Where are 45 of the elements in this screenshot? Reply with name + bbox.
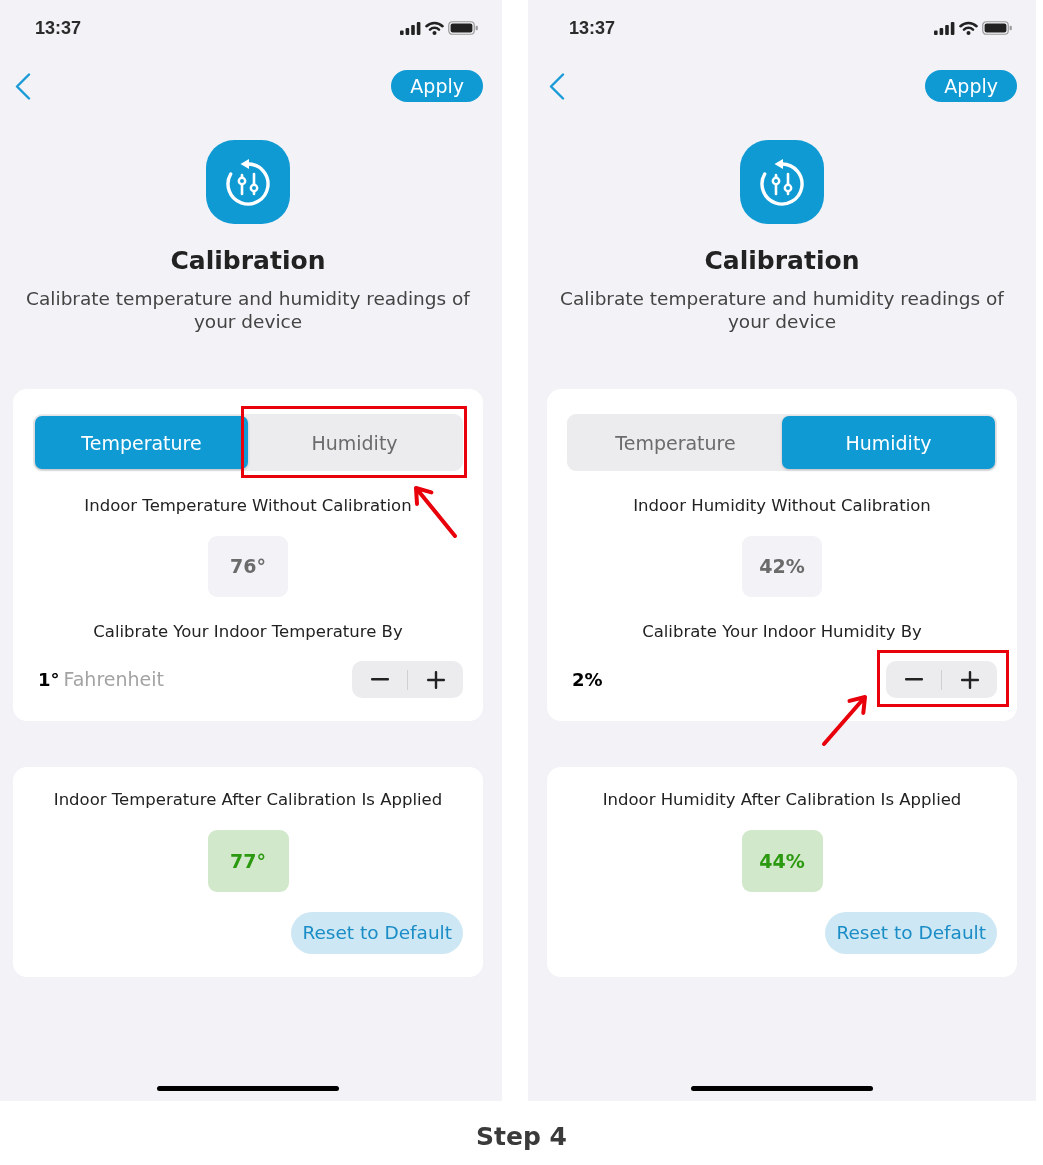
apply-button[interactable]: Apply	[391, 70, 483, 102]
signal-icon	[934, 21, 955, 35]
calibrated-value: 44%	[741, 830, 823, 892]
section-label: Indoor Humidity Without Calibration	[633, 496, 931, 516]
segmented-tab[interactable]: Temperature	[35, 416, 248, 469]
reading-value: 42%	[742, 536, 822, 597]
wifi-icon	[425, 21, 444, 35]
section-label: Calibrate Your Indoor Temperature By	[93, 622, 403, 642]
plus-icon	[426, 670, 445, 689]
page-subtitle: Calibrate temperature and humidity readings of your device	[25, 287, 471, 333]
back-button[interactable]	[549, 72, 565, 100]
step-caption: Step 4	[476, 1123, 567, 1151]
signal-icon	[400, 21, 421, 35]
section-label: Calibrate Your Indoor Humidity By	[642, 622, 922, 642]
minus-icon	[370, 678, 389, 681]
page-title: Calibration	[170, 246, 326, 276]
apply-button[interactable]: Apply	[925, 70, 1017, 102]
minus-icon	[904, 678, 923, 681]
page-subtitle: Calibrate temperature and humidity readings of your device	[559, 287, 1005, 333]
page-title: Calibration	[704, 246, 860, 276]
battery-icon	[982, 21, 1012, 35]
segmented-tab[interactable]: Humidity	[248, 416, 461, 469]
section-label: Indoor Temperature Without Calibration	[84, 496, 412, 516]
segmented-tab[interactable]: Temperature	[569, 416, 782, 469]
reset-button[interactable]: Reset to Default	[291, 912, 463, 954]
sliders-cycle-icon	[206, 140, 290, 224]
battery-icon	[448, 21, 478, 35]
pointer-arrow	[412, 484, 460, 540]
back-icon	[15, 72, 31, 100]
section-label: Indoor Temperature After Calibration Is Applied	[53, 790, 443, 810]
reset-button[interactable]: Reset to Default	[825, 912, 997, 954]
offset-value: 1°	[38, 668, 60, 692]
calibrated-value: 77°	[207, 830, 289, 892]
status-time: 13:37	[35, 17, 82, 39]
offset-value: 2%	[572, 667, 603, 692]
status-time: 13:37	[569, 17, 616, 39]
wifi-icon	[959, 21, 978, 35]
back-button[interactable]	[15, 72, 31, 100]
reading-value: 76°	[208, 536, 288, 597]
back-icon	[549, 72, 565, 100]
segmented-tab[interactable]: Humidity	[782, 416, 995, 469]
section-label: Indoor Humidity After Calibration Is Applied	[602, 790, 962, 810]
plus-icon	[960, 670, 979, 689]
unit-label: Fahrenheit	[63, 667, 164, 691]
sliders-cycle-icon	[740, 140, 824, 224]
